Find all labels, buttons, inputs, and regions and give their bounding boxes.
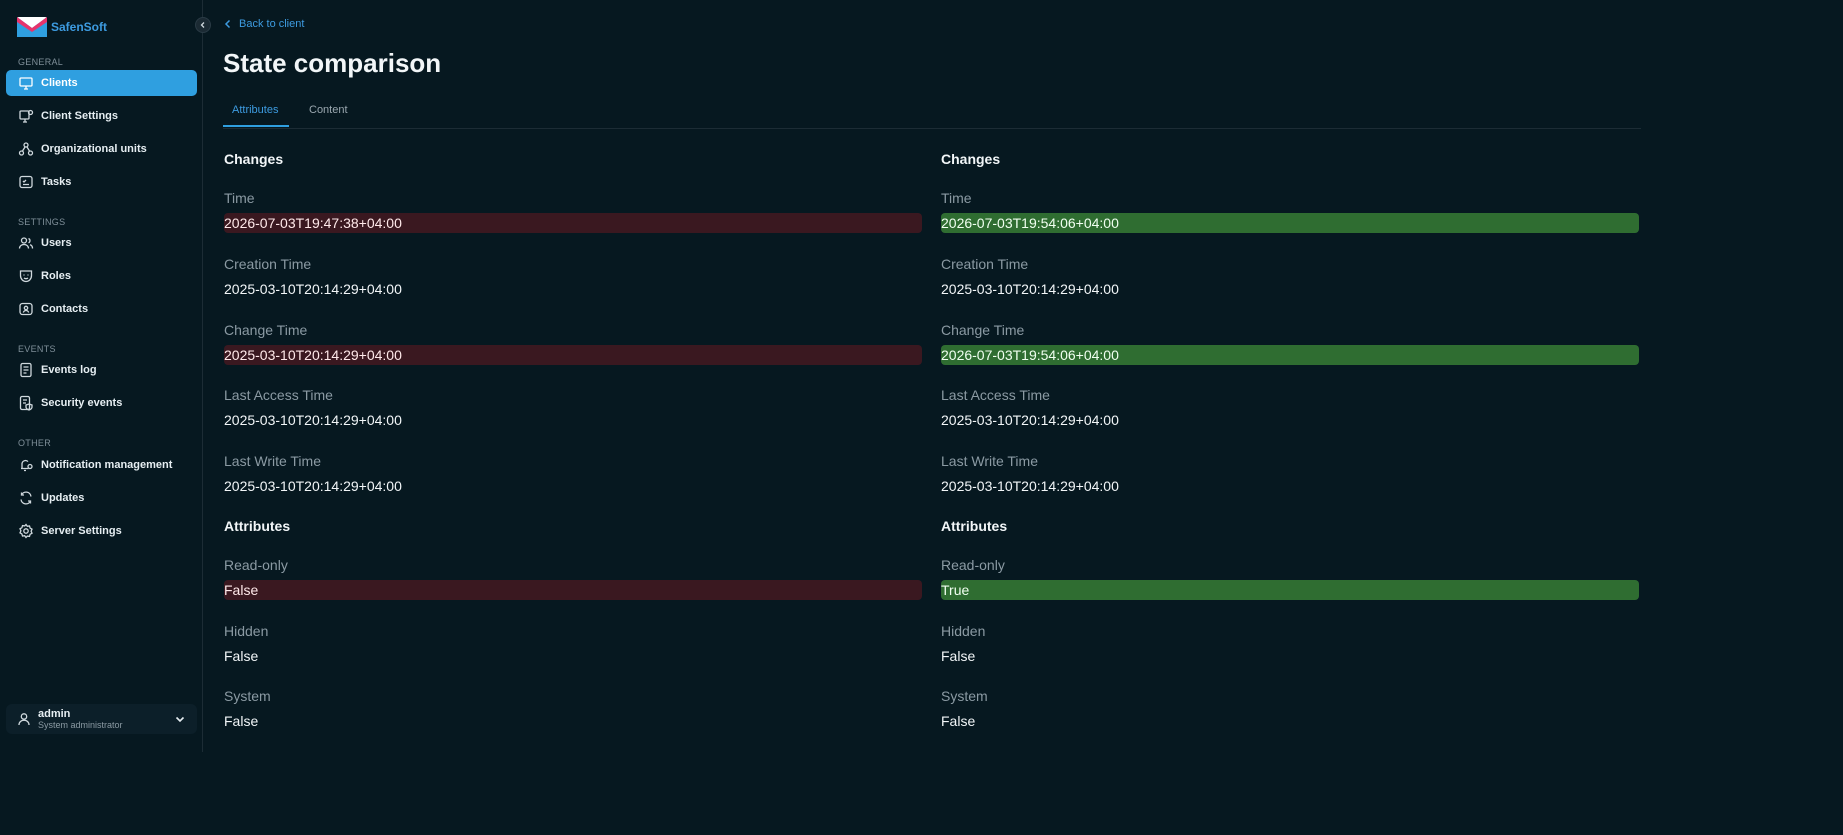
- section-label-other: OTHER: [18, 438, 51, 448]
- field-value-removed: False: [224, 580, 922, 600]
- brand-name: SafenSoft: [51, 20, 108, 34]
- tasks-icon: [18, 174, 34, 190]
- field-label: Time: [224, 190, 255, 206]
- contacts-icon: [18, 301, 34, 317]
- tab-bar: Attributes Content: [223, 100, 1641, 129]
- field-label: Hidden: [941, 623, 986, 639]
- field-label: Hidden: [224, 623, 269, 639]
- attributes-heading: Attributes: [941, 518, 1008, 534]
- document-icon: [18, 362, 34, 378]
- sidebar: SafenSoft GENERAL Clients Client Setting…: [0, 0, 203, 752]
- sidebar-item-label: Notification management: [41, 459, 173, 471]
- field-label: Creation Time: [224, 256, 312, 272]
- monitor-icon: [18, 75, 34, 91]
- changes-heading: Changes: [941, 151, 1001, 167]
- sidebar-item-clients[interactable]: Clients: [6, 70, 197, 96]
- field-label: Read-only: [224, 557, 288, 573]
- section-label-settings: SETTINGS: [18, 217, 66, 227]
- field-value-added: 2026-07-03T19:54:06+04:00: [941, 213, 1639, 233]
- chevron-down-icon[interactable]: [173, 712, 187, 726]
- field-label: System: [224, 688, 271, 704]
- field-label: Read-only: [941, 557, 1005, 573]
- back-to-client-link[interactable]: Back to client: [223, 18, 304, 30]
- section-label-general: GENERAL: [18, 57, 64, 67]
- refresh-icon: [18, 490, 34, 506]
- section-label-events: EVENTS: [18, 344, 56, 354]
- user-name: admin: [38, 707, 71, 720]
- field-value: 2025-03-10T20:14:29+04:00: [224, 281, 402, 297]
- sidebar-item-label: Server Settings: [41, 525, 122, 537]
- field-value-added: True: [941, 580, 1639, 600]
- field-label: Creation Time: [941, 256, 1029, 272]
- sidebar-item-label: Security events: [41, 397, 123, 409]
- field-label: Last Write Time: [941, 453, 1038, 469]
- user-role: System administrator: [38, 719, 123, 730]
- sidebar-item-label: Updates: [41, 492, 85, 504]
- field-value: False: [224, 713, 259, 729]
- sidebar-item-client-settings[interactable]: Client Settings: [6, 103, 197, 129]
- sidebar-item-server-settings[interactable]: Server Settings: [6, 518, 197, 544]
- field-label: Change Time: [224, 322, 308, 338]
- tab-attributes[interactable]: Attributes: [223, 104, 289, 127]
- field-label: Last Access Time: [224, 387, 333, 403]
- field-value: 2025-03-10T20:14:29+04:00: [224, 412, 402, 428]
- field-value: False: [941, 713, 976, 729]
- sidebar-item-label: Clients: [41, 77, 78, 89]
- sidebar-item-label: Tasks: [41, 176, 72, 188]
- field-value: 2025-03-10T20:14:29+04:00: [941, 412, 1119, 428]
- sidebar-item-updates[interactable]: Updates: [6, 485, 197, 511]
- field-value-removed: 2025-03-10T20:14:29+04:00: [224, 345, 922, 365]
- sidebar-item-label: Client Settings: [41, 110, 119, 122]
- user-icon: [16, 711, 32, 727]
- brand-logo[interactable]: SafenSoft: [17, 17, 107, 37]
- tab-content[interactable]: Content: [300, 104, 357, 127]
- user-menu[interactable]: admin System administrator: [6, 704, 197, 734]
- field-value-added: 2026-07-03T19:54:06+04:00: [941, 345, 1639, 365]
- sidebar-item-tasks[interactable]: Tasks: [6, 169, 197, 195]
- field-value-removed: 2026-07-03T19:47:38+04:00: [224, 213, 922, 233]
- sidebar-item-label: Organizational units: [41, 143, 147, 155]
- sidebar-item-roles[interactable]: Roles: [6, 263, 197, 289]
- sidebar-item-organizational-units[interactable]: Organizational units: [6, 136, 197, 162]
- sidebar-item-label: Contacts: [41, 303, 89, 315]
- sidebar-item-notification-management[interactable]: Notification management: [6, 452, 197, 478]
- chevron-left-icon: [224, 19, 231, 29]
- gear-icon: [18, 523, 34, 539]
- sidebar-item-events-log[interactable]: Events log: [6, 357, 197, 383]
- sidebar-item-label: Users: [41, 237, 72, 249]
- users-icon: [18, 235, 34, 251]
- sidebar-item-label: Roles: [41, 270, 71, 282]
- field-value: False: [224, 648, 259, 664]
- back-link-label: Back to client: [239, 18, 305, 30]
- page-title: State comparison: [223, 48, 442, 78]
- mask-icon: [18, 268, 34, 284]
- field-label: Last Write Time: [224, 453, 321, 469]
- field-value: 2025-03-10T20:14:29+04:00: [941, 281, 1119, 297]
- security-doc-icon: [18, 395, 34, 411]
- sidebar-item-security-events[interactable]: Security events: [6, 390, 197, 416]
- collapse-sidebar-button[interactable]: [195, 17, 211, 33]
- field-value: 2025-03-10T20:14:29+04:00: [941, 478, 1119, 494]
- field-value: 2025-03-10T20:14:29+04:00: [224, 478, 402, 494]
- field-label: System: [941, 688, 988, 704]
- field-label: Last Access Time: [941, 387, 1050, 403]
- sidebar-item-contacts[interactable]: Contacts: [6, 296, 197, 322]
- org-tree-icon: [18, 141, 34, 157]
- sidebar-item-users[interactable]: Users: [6, 230, 197, 256]
- attributes-heading: Attributes: [224, 518, 291, 534]
- field-value: False: [941, 648, 976, 664]
- field-label: Time: [941, 190, 972, 206]
- bell-gear-icon: [18, 457, 34, 473]
- field-label: Change Time: [941, 322, 1025, 338]
- chevron-left-icon: [200, 22, 205, 28]
- sidebar-item-label: Events log: [41, 364, 97, 376]
- changes-heading: Changes: [224, 151, 284, 167]
- monitor-gear-icon: [18, 108, 34, 124]
- logo-mark-icon: [17, 17, 47, 37]
